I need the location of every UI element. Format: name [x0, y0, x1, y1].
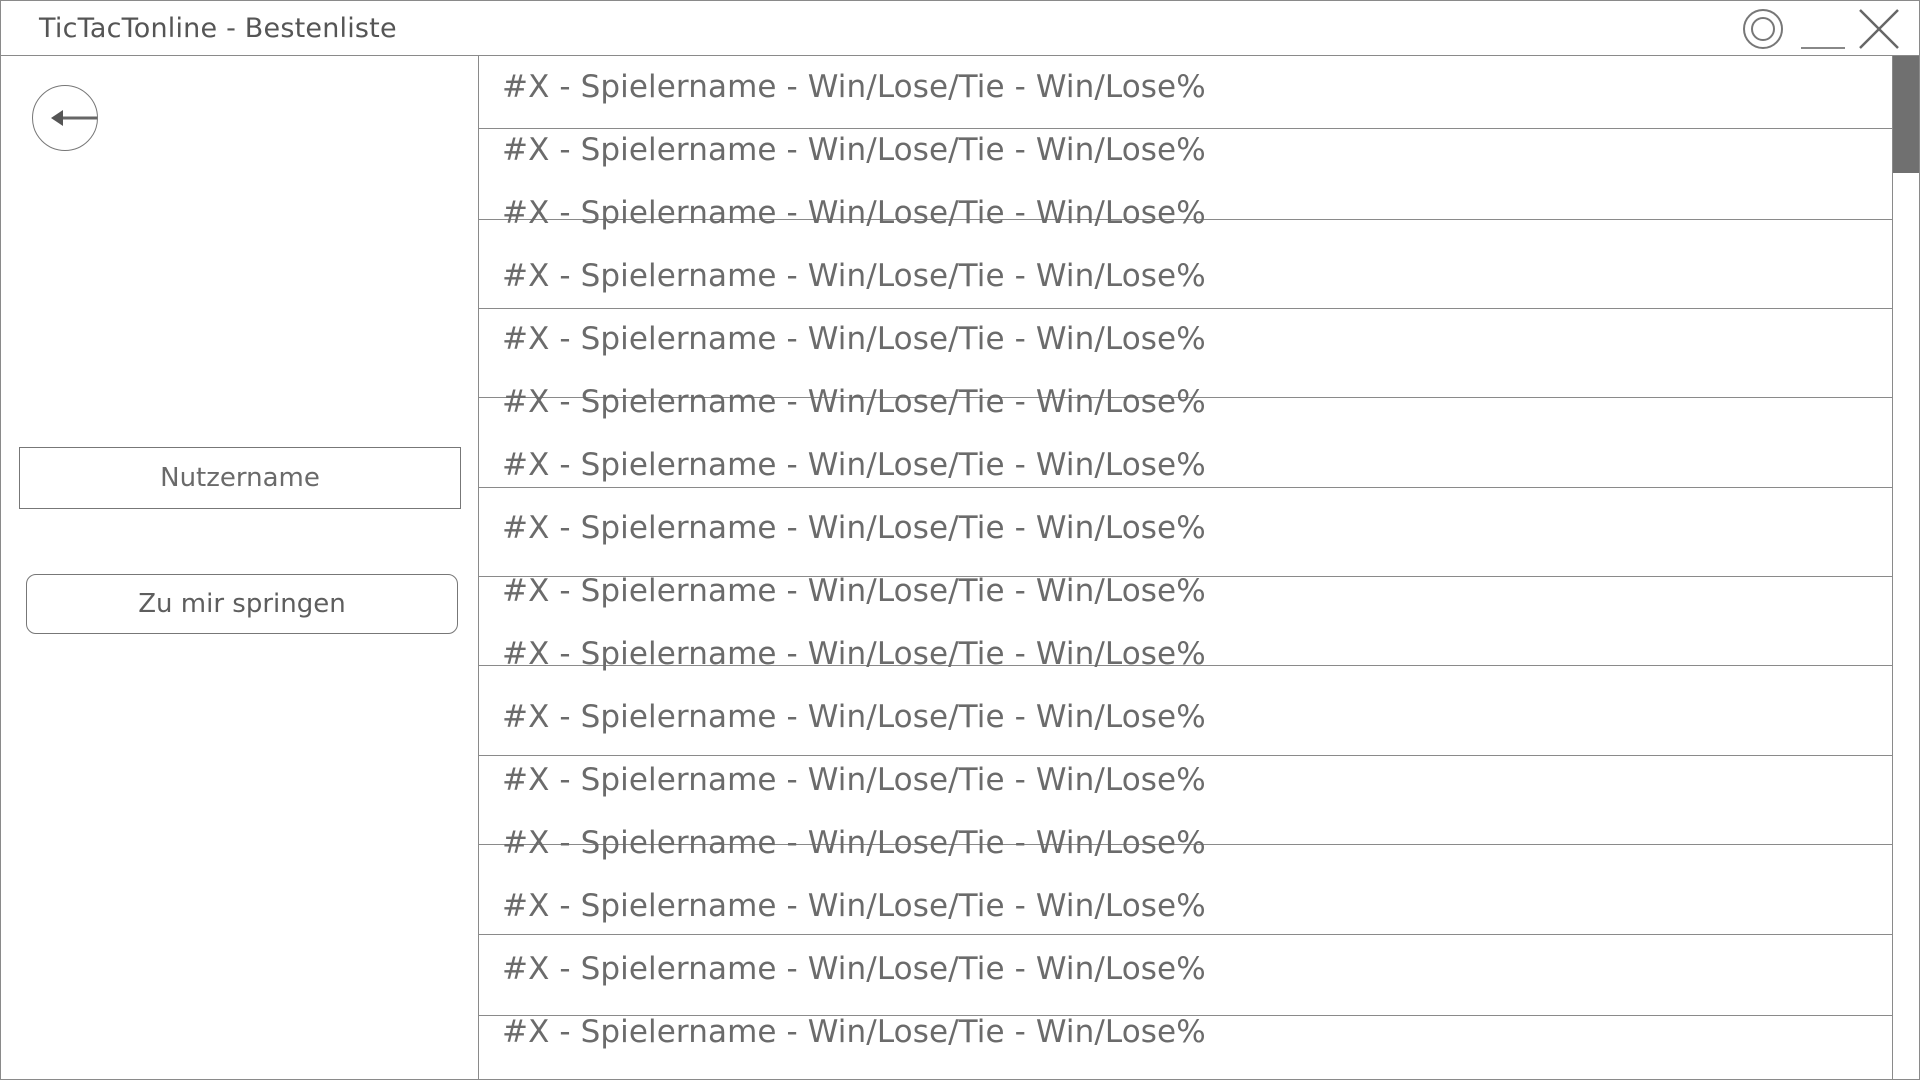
row-separator	[479, 308, 1892, 309]
leaderboard-window: TicTacTonline - Bestenliste Nutzername Z…	[0, 0, 1920, 1080]
arrow-left-icon	[51, 110, 97, 126]
leaderboard-entry[interactable]: #X - Spielername - Win/Lose/Tie - Win/Lo…	[502, 636, 1206, 672]
scrollbar-thumb[interactable]	[1893, 56, 1919, 173]
leaderboard-entry[interactable]: #X - Spielername - Win/Lose/Tie - Win/Lo…	[502, 573, 1206, 609]
leaderboard-entry[interactable]: #X - Spielername - Win/Lose/Tie - Win/Lo…	[502, 447, 1206, 483]
settings-icon	[1743, 9, 1783, 49]
leaderboard-entry[interactable]: #X - Spielername - Win/Lose/Tie - Win/Lo…	[502, 132, 1206, 168]
settings-button[interactable]	[1741, 7, 1785, 51]
leaderboard-entry[interactable]: #X - Spielername - Win/Lose/Tie - Win/Lo…	[502, 384, 1206, 420]
leaderboard-entry[interactable]: #X - Spielername - Win/Lose/Tie - Win/Lo…	[502, 69, 1206, 105]
minimize-button[interactable]	[1799, 7, 1845, 51]
leaderboard-entry[interactable]: #X - Spielername - Win/Lose/Tie - Win/Lo…	[502, 258, 1206, 294]
row-separator	[479, 755, 1892, 756]
leaderboard-entry[interactable]: #X - Spielername - Win/Lose/Tie - Win/Lo…	[502, 825, 1206, 861]
leaderboard-entry[interactable]: #X - Spielername - Win/Lose/Tie - Win/Lo…	[502, 1014, 1206, 1050]
leaderboard-entry[interactable]: #X - Spielername - Win/Lose/Tie - Win/Lo…	[502, 888, 1206, 924]
vertical-scrollbar[interactable]	[1892, 56, 1919, 1079]
leaderboard-entry[interactable]: #X - Spielername - Win/Lose/Tie - Win/Lo…	[502, 951, 1206, 987]
row-separator	[479, 934, 1892, 935]
back-button[interactable]	[32, 85, 98, 151]
leaderboard-list[interactable]: #X - Spielername - Win/Lose/Tie - Win/Lo…	[479, 56, 1892, 1079]
username-input[interactable]	[19, 447, 461, 509]
row-separator	[479, 128, 1892, 129]
row-separator	[479, 487, 1892, 488]
jump-to-me-button[interactable]: Zu mir springen	[26, 574, 458, 634]
minimize-icon	[1801, 47, 1845, 49]
jump-to-me-label: Zu mir springen	[138, 589, 346, 619]
close-button[interactable]	[1857, 7, 1901, 51]
leaderboard-entry[interactable]: #X - Spielername - Win/Lose/Tie - Win/Lo…	[502, 762, 1206, 798]
leaderboard-entry[interactable]: #X - Spielername - Win/Lose/Tie - Win/Lo…	[502, 510, 1206, 546]
leaderboard-entry[interactable]: #X - Spielername - Win/Lose/Tie - Win/Lo…	[502, 321, 1206, 357]
sidebar: Zu mir springen	[1, 56, 479, 1079]
leaderboard-entry[interactable]: #X - Spielername - Win/Lose/Tie - Win/Lo…	[502, 699, 1206, 735]
close-icon	[1859, 9, 1899, 49]
leaderboard-entry[interactable]: #X - Spielername - Win/Lose/Tie - Win/Lo…	[502, 195, 1206, 231]
window-title: TicTacTonline - Bestenliste	[39, 13, 397, 44]
title-bar: TicTacTonline - Bestenliste	[1, 1, 1919, 56]
